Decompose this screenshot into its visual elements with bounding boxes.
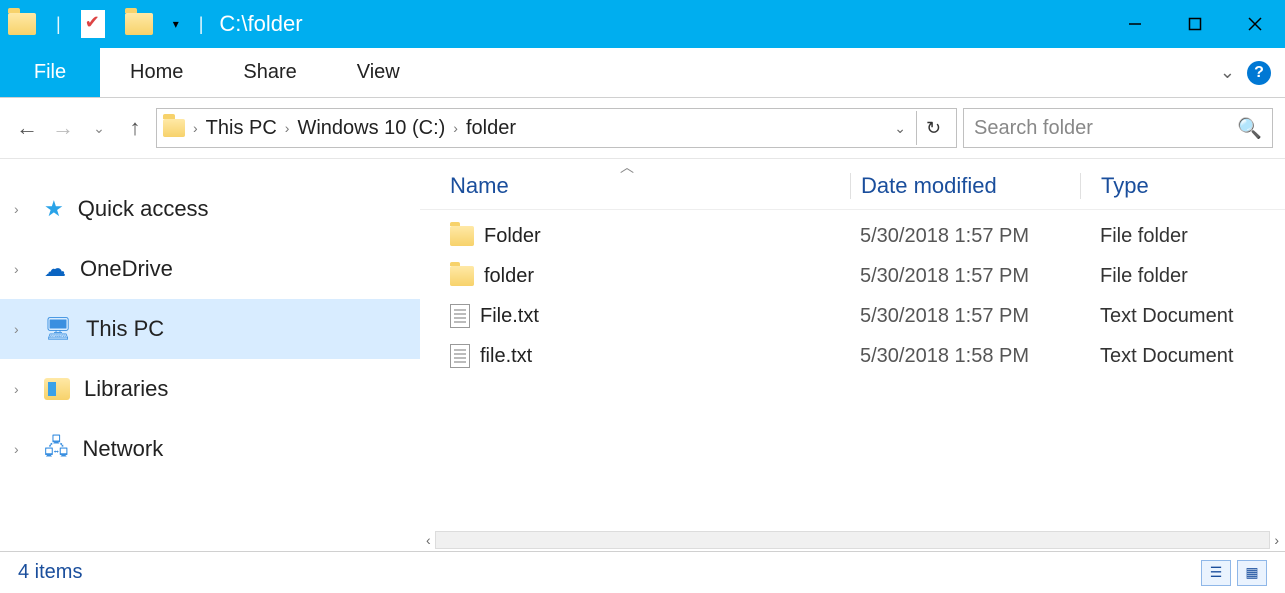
list-item[interactable]: File.txt 5/30/2018 1:57 PM Text Document bbox=[450, 296, 1285, 336]
breadcrumb-drive[interactable]: Windows 10 (C:) bbox=[297, 117, 445, 140]
item-name: file.txt bbox=[480, 345, 532, 368]
thumbnails-view-button[interactable]: ▦ bbox=[1237, 560, 1267, 586]
nav-label: This PC bbox=[86, 316, 164, 342]
file-tab[interactable]: File bbox=[0, 48, 100, 97]
horizontal-scrollbar[interactable]: ‹ › bbox=[420, 529, 1285, 551]
status-bar: 4 items ☰ ▦ bbox=[0, 551, 1285, 593]
item-count: 4 items bbox=[18, 561, 82, 584]
item-type: Text Document bbox=[1080, 305, 1285, 328]
main-area: › ★ Quick access › ☁ OneDrive › 🖥 This P… bbox=[0, 158, 1285, 551]
qat-separator: | bbox=[56, 14, 61, 35]
cloud-icon: ☁ bbox=[44, 256, 66, 282]
details-view-button[interactable]: ☰ bbox=[1201, 560, 1231, 586]
search-placeholder: Search folder bbox=[974, 117, 1093, 140]
nav-label: Network bbox=[83, 436, 164, 462]
tab-home[interactable]: Home bbox=[100, 48, 213, 97]
list-item[interactable]: folder 5/30/2018 1:57 PM File folder bbox=[450, 256, 1285, 296]
network-icon: 🖧 bbox=[44, 430, 69, 468]
nav-network[interactable]: › 🖧 Network bbox=[0, 419, 420, 479]
up-button[interactable]: ↑ bbox=[120, 115, 150, 141]
close-button[interactable] bbox=[1225, 0, 1285, 48]
recent-locations-button[interactable]: ⌄ bbox=[84, 120, 114, 137]
back-button[interactable]: ← bbox=[12, 115, 42, 141]
sort-asc-icon: ︿ bbox=[620, 158, 634, 171]
nav-this-pc[interactable]: › 🖥 This PC bbox=[0, 299, 420, 359]
navigation-row: ← → ⌄ ↑ › This PC › Windows 10 (C:) › fo… bbox=[0, 98, 1285, 158]
nav-libraries[interactable]: › Libraries bbox=[0, 359, 420, 419]
item-date: 5/30/2018 1:57 PM bbox=[850, 305, 1080, 328]
nav-label: Libraries bbox=[84, 376, 168, 402]
properties-icon[interactable] bbox=[81, 10, 105, 38]
star-icon: ★ bbox=[44, 196, 64, 222]
item-date: 5/30/2018 1:57 PM bbox=[850, 265, 1080, 288]
chevron-right-icon[interactable]: › bbox=[193, 120, 198, 136]
file-rows: Folder 5/30/2018 1:57 PM File folder fol… bbox=[420, 210, 1285, 376]
expand-icon[interactable]: › bbox=[14, 381, 30, 397]
libraries-icon bbox=[44, 378, 70, 400]
file-icon bbox=[450, 344, 470, 368]
nav-quick-access[interactable]: › ★ Quick access bbox=[0, 179, 420, 239]
tab-share[interactable]: Share bbox=[213, 48, 326, 97]
new-folder-icon[interactable] bbox=[125, 13, 153, 35]
search-icon: 🔍 bbox=[1237, 116, 1262, 141]
expand-icon[interactable]: › bbox=[14, 201, 30, 217]
column-type[interactable]: Type bbox=[1080, 173, 1285, 199]
ribbon: File Home Share View ⌄ ? bbox=[0, 48, 1285, 98]
column-headers: Name Date modified Type bbox=[420, 159, 1285, 210]
refresh-button[interactable]: ↻ bbox=[916, 111, 950, 145]
column-name[interactable]: Name bbox=[450, 173, 850, 199]
item-date: 5/30/2018 1:58 PM bbox=[850, 345, 1080, 368]
title-bar: | ▾ | C:\folder bbox=[0, 0, 1285, 48]
qat-separator-2: | bbox=[199, 14, 204, 35]
nav-onedrive[interactable]: › ☁ OneDrive bbox=[0, 239, 420, 299]
qat-dropdown-icon[interactable]: ▾ bbox=[173, 17, 179, 31]
item-name: File.txt bbox=[480, 305, 539, 328]
help-icon[interactable]: ? bbox=[1247, 61, 1271, 85]
address-bar[interactable]: › This PC › Windows 10 (C:) › folder ⌄ ↻ bbox=[156, 108, 957, 148]
column-date[interactable]: Date modified bbox=[850, 173, 1080, 199]
folder-icon bbox=[8, 13, 36, 35]
list-item[interactable]: Folder 5/30/2018 1:57 PM File folder bbox=[450, 216, 1285, 256]
item-name: Folder bbox=[484, 225, 541, 248]
search-input[interactable]: Search folder 🔍 bbox=[963, 108, 1273, 148]
expand-icon[interactable]: › bbox=[14, 441, 30, 457]
scroll-track[interactable] bbox=[435, 531, 1271, 549]
window-title: C:\folder bbox=[219, 11, 302, 37]
breadcrumb-this-pc[interactable]: This PC bbox=[206, 117, 277, 140]
folder-icon bbox=[163, 119, 185, 137]
scroll-left-icon[interactable]: ‹ bbox=[426, 532, 431, 548]
monitor-icon: 🖥 bbox=[44, 316, 72, 342]
list-item[interactable]: file.txt 5/30/2018 1:58 PM Text Document bbox=[450, 336, 1285, 376]
folder-icon bbox=[450, 266, 474, 286]
chevron-right-icon[interactable]: › bbox=[453, 120, 458, 136]
minimize-button[interactable] bbox=[1105, 0, 1165, 48]
tab-view[interactable]: View bbox=[327, 48, 430, 97]
item-type: File folder bbox=[1080, 225, 1285, 248]
nav-label: OneDrive bbox=[80, 256, 173, 282]
chevron-right-icon[interactable]: › bbox=[285, 120, 290, 136]
file-icon bbox=[450, 304, 470, 328]
expand-icon[interactable]: › bbox=[14, 321, 30, 337]
address-dropdown-icon[interactable]: ⌄ bbox=[894, 120, 906, 137]
breadcrumb-folder[interactable]: folder bbox=[466, 117, 516, 140]
ribbon-expand-icon[interactable]: ⌄ bbox=[1220, 62, 1235, 83]
folder-icon bbox=[450, 226, 474, 246]
item-type: File folder bbox=[1080, 265, 1285, 288]
navigation-pane: › ★ Quick access › ☁ OneDrive › 🖥 This P… bbox=[0, 159, 420, 551]
scroll-right-icon[interactable]: › bbox=[1274, 532, 1279, 548]
maximize-button[interactable] bbox=[1165, 0, 1225, 48]
item-type: Text Document bbox=[1080, 345, 1285, 368]
item-name: folder bbox=[484, 265, 534, 288]
expand-icon[interactable]: › bbox=[14, 261, 30, 277]
file-list-pane: ︿ Name Date modified Type Folder 5/30/20… bbox=[420, 159, 1285, 551]
nav-label: Quick access bbox=[78, 196, 209, 222]
forward-button[interactable]: → bbox=[48, 115, 78, 141]
item-date: 5/30/2018 1:57 PM bbox=[850, 225, 1080, 248]
